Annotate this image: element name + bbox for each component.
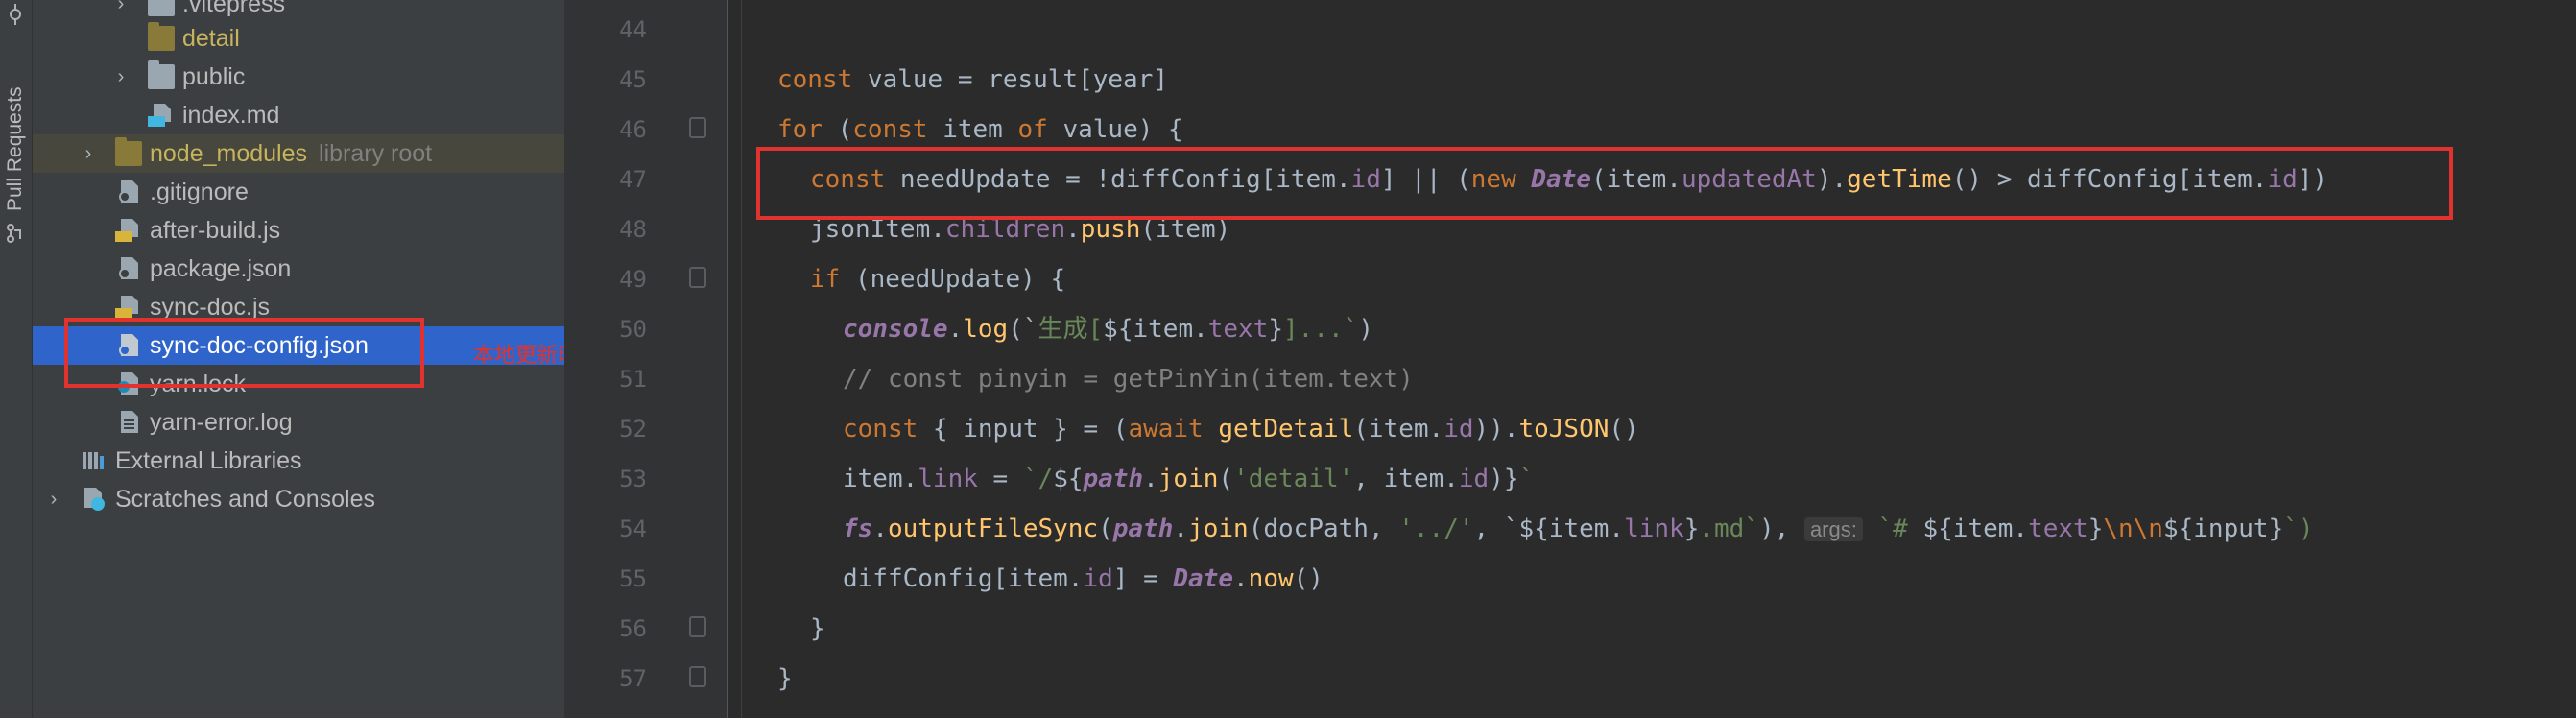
line-number: 50	[619, 316, 647, 343]
tool-window-strip: Pull Requests	[0, 0, 33, 718]
chevron-right-icon[interactable]: ›	[79, 134, 98, 173]
code-line-51: // const pinyin = getPinYin(item.text)	[843, 365, 1414, 394]
line-number: 53	[619, 466, 647, 492]
tree-item-package-json[interactable]: package.json	[33, 250, 564, 288]
code-line-45: const value = result[year]	[777, 65, 1169, 94]
tree-item-scratches[interactable]: › Scratches and Consoles	[33, 480, 564, 518]
fold-marker-icon[interactable]	[689, 117, 706, 138]
parameter-hint: args:	[1803, 517, 1863, 541]
highlight-box-need-update	[756, 147, 2453, 220]
markdown-file-icon	[148, 104, 171, 127]
tree-item-gitignore[interactable]: .gitignore	[33, 173, 564, 211]
line-number: 48	[619, 216, 647, 243]
line-number: 55	[619, 565, 647, 592]
code-line-56: }	[810, 614, 825, 643]
code-editor[interactable]: const value = result[year] for (const it…	[729, 0, 2576, 718]
tree-item-index-md[interactable]: index.md	[33, 96, 564, 134]
library-icon	[83, 452, 104, 469]
editor-gutter: 44 45 46 47 48 49 50 51 52 53 54 55 56 5…	[564, 0, 728, 718]
line-number: 54	[619, 515, 647, 542]
line-number: 44	[619, 16, 647, 43]
tree-item-yarn-error-log[interactable]: yarn-error.log	[33, 403, 564, 442]
line-number: 46	[619, 116, 647, 143]
fold-marker-icon[interactable]	[689, 666, 706, 687]
line-number: 57	[619, 665, 647, 692]
folder-icon	[115, 137, 142, 166]
code-line-53: item.link = `/${path.join('detail', item…	[843, 465, 1535, 493]
pull-requests-tab[interactable]: Pull Requests	[3, 77, 28, 221]
line-number: 51	[619, 366, 647, 393]
tree-item-public[interactable]: › public	[33, 58, 564, 96]
tree-item-node-modules[interactable]: › node_modules library root	[33, 134, 564, 173]
highlight-box-config	[64, 318, 424, 388]
folder-icon	[148, 0, 175, 16]
js-file-icon	[115, 219, 138, 242]
code-line-49: if (needUpdate) {	[810, 265, 1066, 294]
line-number: 56	[619, 615, 647, 642]
code-line-52: const { input } = (await getDetail(item.…	[843, 415, 1639, 443]
folder-icon	[148, 60, 175, 89]
scratches-icon	[84, 488, 105, 511]
fold-marker-icon[interactable]	[689, 616, 706, 637]
json-file-icon	[119, 257, 138, 279]
folder-icon	[148, 22, 175, 51]
line-number: 52	[619, 416, 647, 443]
line-number: 49	[619, 266, 647, 293]
log-file-icon	[121, 411, 138, 433]
line-number: 45	[619, 66, 647, 93]
code-line-54: fs.outputFileSync(path.join(docPath, '..…	[843, 515, 2314, 543]
tree-item-after-build-js[interactable]: after-build.js	[33, 211, 564, 250]
fold-marker-icon[interactable]	[689, 267, 706, 288]
code-line-50: console.log(`生成[${item.text}]...`)	[843, 315, 1373, 344]
gitignore-file-icon	[119, 180, 138, 203]
chevron-right-icon[interactable]: ›	[44, 480, 63, 518]
commit-icon[interactable]	[5, 4, 26, 25]
js-file-icon	[115, 296, 138, 319]
tree-item-external-libraries[interactable]: External Libraries	[33, 442, 564, 480]
tree-item-detail[interactable]: detail	[33, 19, 564, 58]
chevron-right-icon[interactable]: ›	[111, 58, 131, 96]
code-line-57: }	[777, 664, 793, 693]
code-line-55: diffConfig[item.id] = Date.now()	[843, 564, 1324, 593]
pull-requests-icon[interactable]	[5, 223, 26, 244]
line-number: 47	[619, 166, 647, 193]
